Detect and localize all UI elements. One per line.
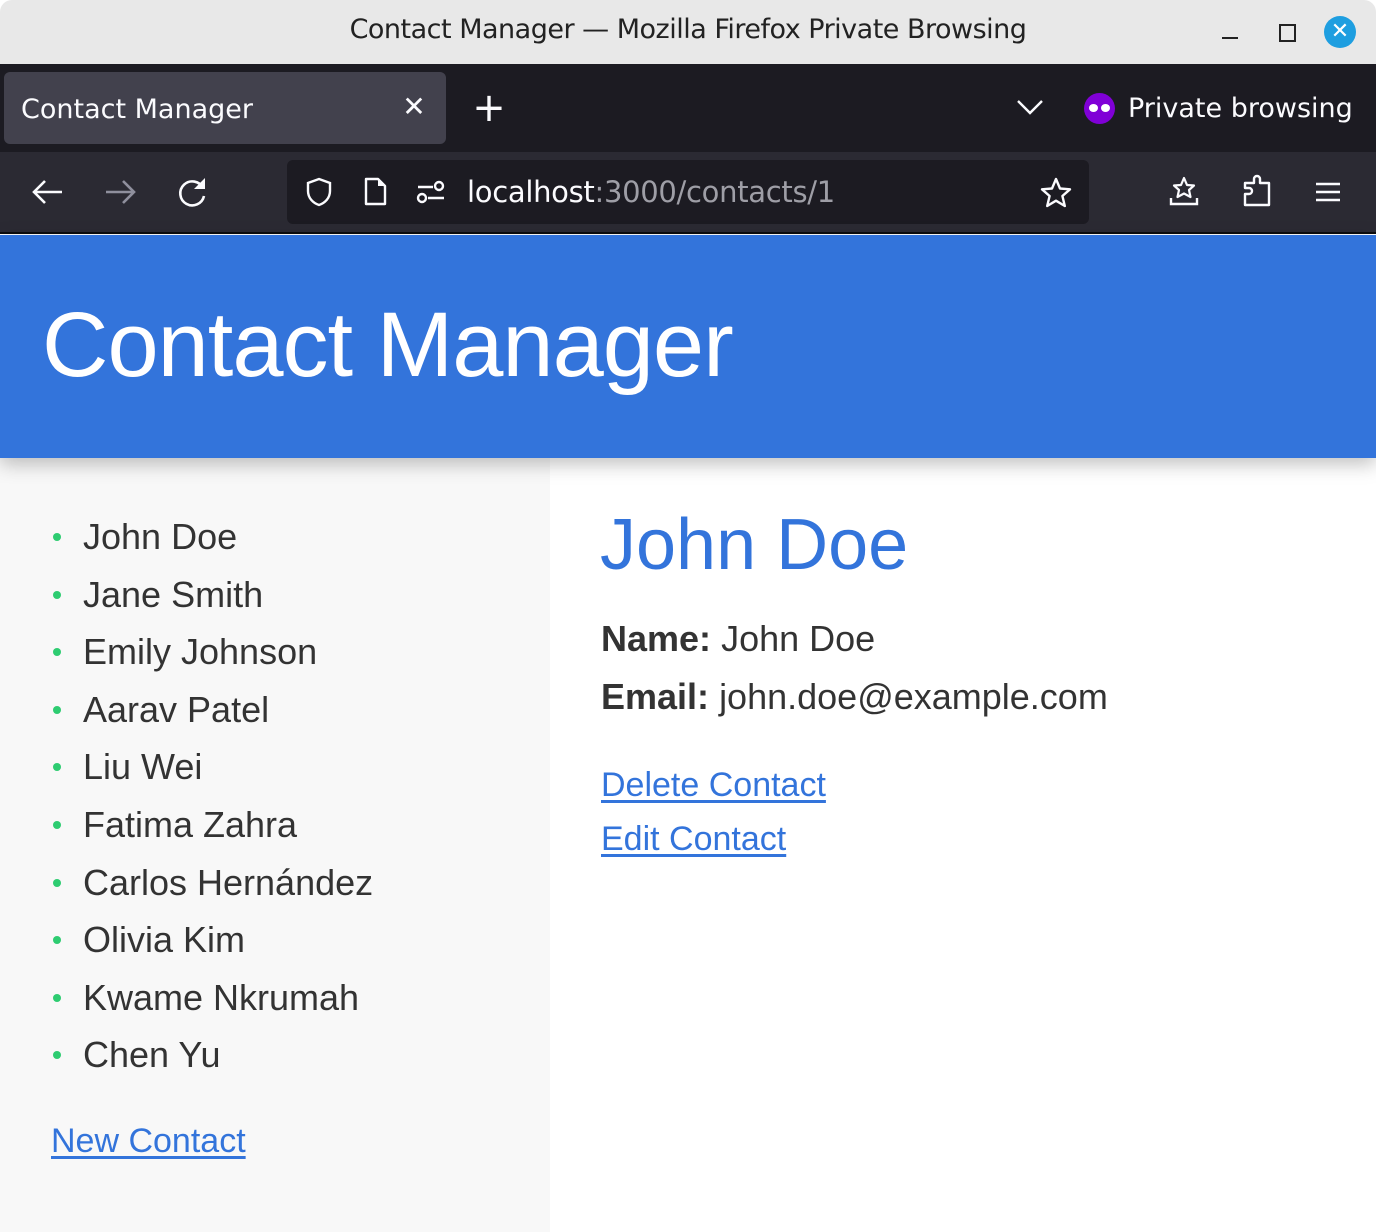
- url-text[interactable]: localhost:3000/contacts/1: [467, 175, 835, 209]
- save-to-pocket-button[interactable]: [1164, 172, 1204, 212]
- contact-list: John Doe Jane Smith Emily Johnson Aarav …: [50, 514, 373, 1090]
- contact-name-row: Name: John Doe: [601, 618, 875, 660]
- contact-list-item[interactable]: Liu Wei: [50, 744, 373, 802]
- contact-list-item[interactable]: Emily Johnson: [50, 629, 373, 687]
- tab-contact-manager[interactable]: Contact Manager ✕: [4, 72, 446, 144]
- close-window-button[interactable]: ✕: [1324, 16, 1356, 48]
- delete-contact-link[interactable]: Delete Contact: [601, 766, 826, 805]
- name-value: John Doe: [721, 618, 876, 659]
- app-title: Contact Manager: [42, 294, 734, 396]
- app-menu-button[interactable]: [1308, 172, 1348, 212]
- back-button[interactable]: [28, 172, 68, 212]
- navigation-toolbar: localhost:3000/contacts/1: [0, 152, 1376, 234]
- web-page: Contact Manager John Doe Jane Smith Emil…: [0, 235, 1376, 1232]
- contact-email-row: Email: john.doe@example.com: [601, 676, 1108, 718]
- window-titlebar: Contact Manager — Mozilla Firefox Privat…: [0, 0, 1376, 64]
- email-label: Email:: [601, 676, 710, 717]
- email-value: john.doe@example.com: [719, 676, 1108, 717]
- minimize-button[interactable]: [1214, 16, 1246, 48]
- contact-heading: John Doe: [600, 505, 909, 585]
- private-mask-icon: [1084, 92, 1115, 124]
- url-path: :3000/contacts/1: [594, 175, 835, 209]
- chevron-down-icon: [1017, 100, 1043, 115]
- contacts-sidebar: John Doe Jane Smith Emily Johnson Aarav …: [0, 458, 550, 1232]
- address-bar[interactable]: localhost:3000/contacts/1: [287, 160, 1089, 224]
- puzzle-icon: [1243, 174, 1271, 207]
- private-browsing-label: Private browsing: [1128, 92, 1353, 124]
- contact-detail: John Doe Name: John Doe Email: john.doe@…: [550, 458, 1376, 1232]
- contact-list-item[interactable]: Kwame Nkrumah: [50, 975, 373, 1033]
- contact-list-item[interactable]: Aarav Patel: [50, 687, 373, 745]
- window-title: Contact Manager — Mozilla Firefox Privat…: [349, 14, 1027, 45]
- edit-contact-link[interactable]: Edit Contact: [601, 820, 786, 859]
- tab-close-icon[interactable]: ✕: [399, 90, 429, 124]
- tab-title: Contact Manager: [21, 94, 253, 125]
- contact-list-item[interactable]: Fatima Zahra: [50, 802, 373, 860]
- contact-list-item[interactable]: John Doe: [50, 514, 373, 572]
- shield-icon[interactable]: [303, 176, 335, 208]
- tab-strip: Contact Manager ✕ + Private browsing: [0, 64, 1376, 152]
- forward-button[interactable]: [100, 172, 140, 212]
- maximize-button[interactable]: [1270, 16, 1302, 48]
- new-tab-button[interactable]: +: [470, 88, 508, 128]
- contact-list-item[interactable]: Jane Smith: [50, 572, 373, 630]
- arrow-right-icon: [106, 180, 136, 204]
- close-icon: ✕: [1330, 19, 1350, 44]
- new-contact-link[interactable]: New Contact: [51, 1122, 246, 1161]
- private-browsing-indicator: Private browsing: [1084, 88, 1353, 128]
- reload-icon: [179, 178, 206, 207]
- pocket-star-icon: [1169, 176, 1199, 206]
- hamburger-menu-icon: [1316, 182, 1340, 202]
- name-label: Name:: [601, 618, 712, 659]
- arrow-left-icon: [32, 180, 62, 204]
- bookmark-star-icon[interactable]: [1039, 176, 1072, 208]
- contact-list-item[interactable]: Chen Yu: [50, 1032, 373, 1090]
- reload-button[interactable]: [172, 172, 212, 212]
- contact-list-item[interactable]: Olivia Kim: [50, 917, 373, 975]
- extensions-button[interactable]: [1237, 172, 1277, 212]
- contact-list-item[interactable]: Carlos Hernández: [50, 860, 373, 918]
- url-host: localhost: [467, 175, 595, 209]
- page-icon[interactable]: [359, 176, 391, 208]
- permissions-icon[interactable]: [415, 176, 447, 208]
- list-all-tabs-button[interactable]: [1010, 90, 1050, 126]
- app-header: Contact Manager: [0, 235, 1376, 458]
